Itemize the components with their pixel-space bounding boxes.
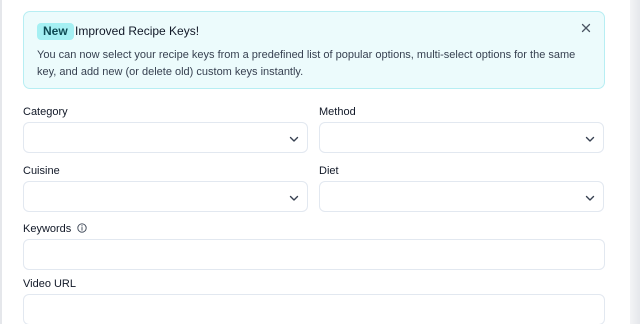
chevron-down-icon (288, 132, 300, 144)
method-select[interactable] (319, 122, 604, 153)
announcement-banner: New Improved Recipe Keys! You can now se… (23, 11, 605, 89)
close-icon[interactable] (578, 20, 594, 36)
cuisine-select[interactable] (23, 181, 308, 212)
keywords-label-text: Keywords (23, 223, 72, 235)
diet-label: Diet (319, 165, 339, 177)
banner-message: You can now select your recipe keys from… (37, 49, 576, 78)
banner-title: Improved Recipe Keys! (75, 24, 200, 38)
chevron-down-icon (288, 191, 300, 203)
panel-left-border (0, 0, 2, 324)
keywords-label: Keywords (23, 222, 88, 236)
new-badge: New (37, 23, 74, 40)
scrollbar-track[interactable] (630, 0, 640, 324)
category-select[interactable] (23, 122, 308, 153)
keywords-input[interactable] (23, 239, 605, 270)
chevron-down-icon (584, 132, 596, 144)
video-url-input[interactable] (23, 294, 605, 324)
category-label: Category (23, 106, 68, 118)
recipe-keys-panel: New Improved Recipe Keys! You can now se… (0, 0, 640, 324)
cuisine-label: Cuisine (23, 165, 60, 177)
info-icon[interactable] (77, 223, 88, 233)
video-url-label: Video URL (23, 278, 76, 290)
chevron-down-icon (584, 191, 596, 203)
diet-select[interactable] (319, 181, 604, 212)
method-label: Method (319, 106, 356, 118)
